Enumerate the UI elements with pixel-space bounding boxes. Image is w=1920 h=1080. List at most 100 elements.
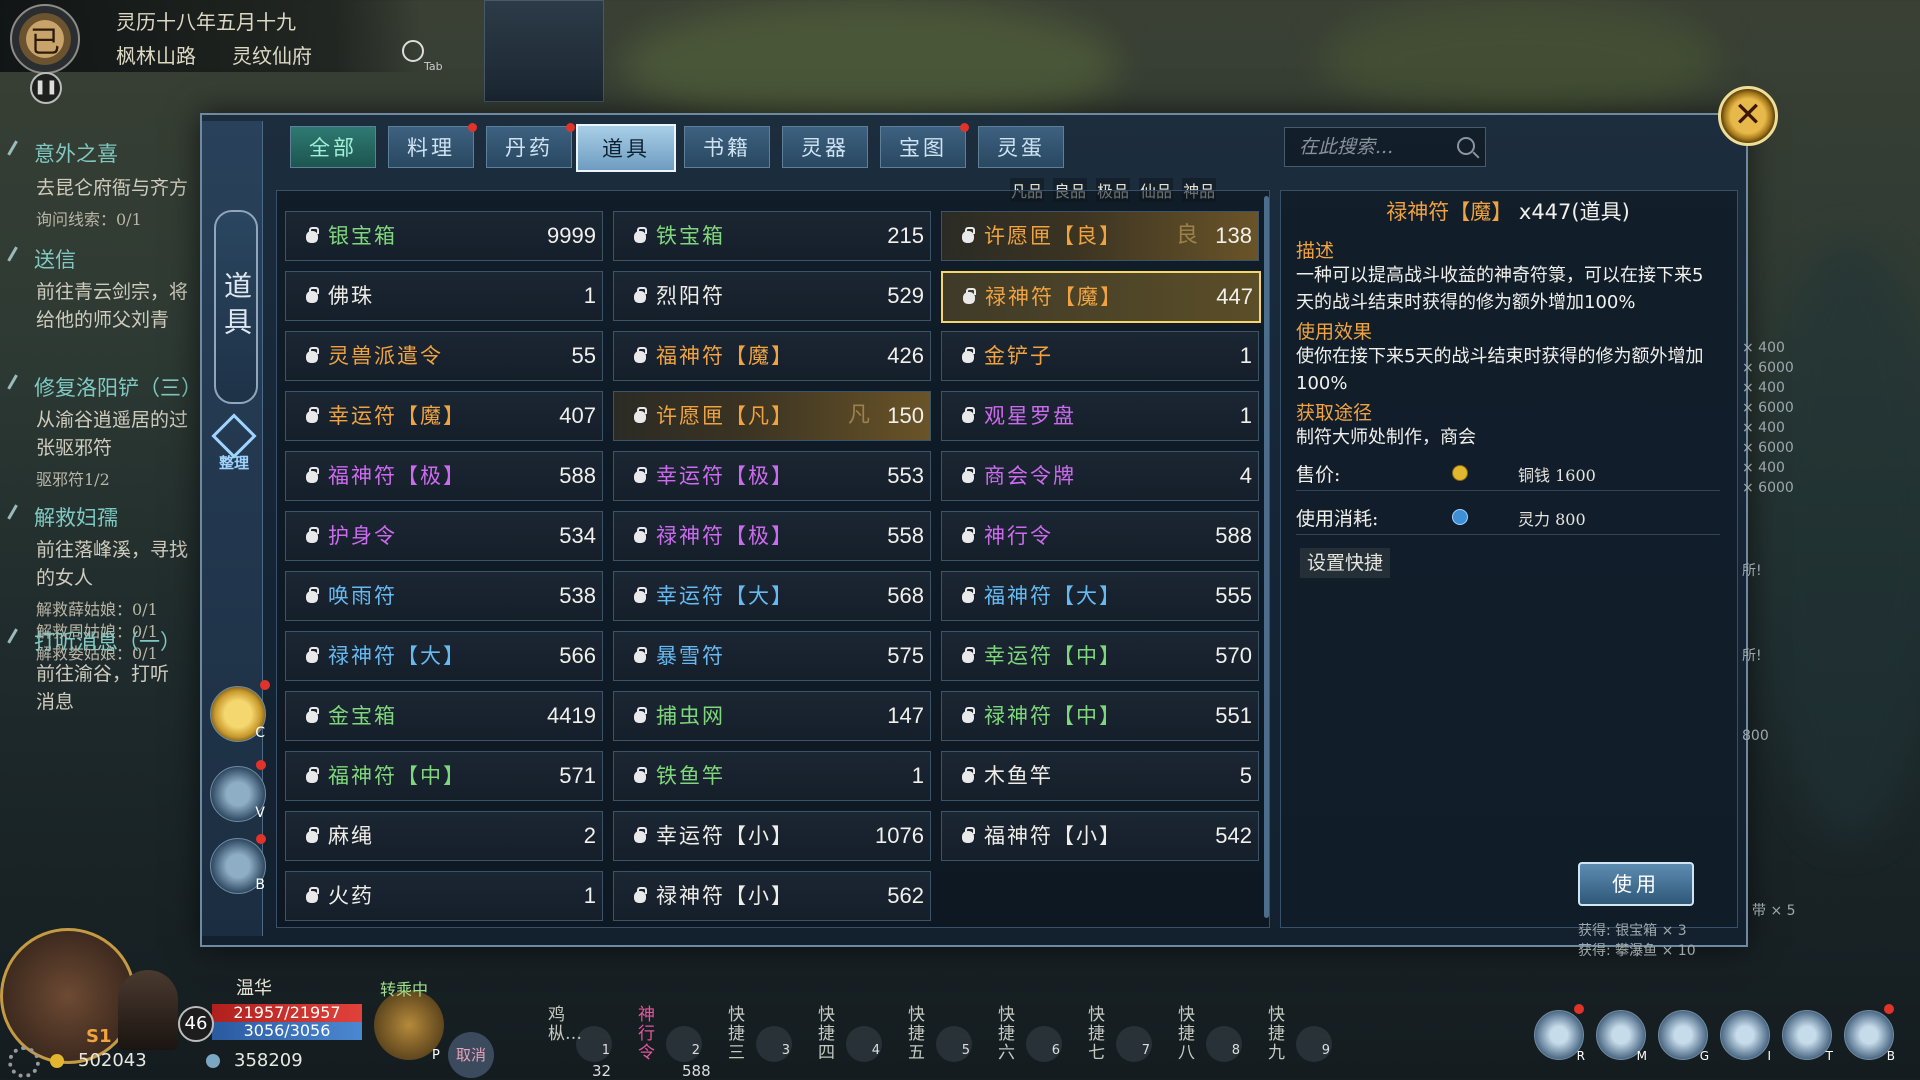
item-name: 金宝箱 xyxy=(328,704,397,728)
companion-avatar[interactable] xyxy=(118,970,178,1050)
item-detail-name: 禄神符【魔】 xyxy=(1386,200,1513,224)
tab-3[interactable]: 道具 xyxy=(576,124,676,172)
set-shortcut-button[interactable]: 设置快捷 xyxy=(1300,548,1390,578)
inventory-item[interactable]: 神行令 588 xyxy=(941,511,1259,561)
inventory-item[interactable]: 禄神符【大】 566 xyxy=(285,631,603,681)
egg-bag-button[interactable]: B xyxy=(210,838,266,894)
inventory-item[interactable]: 禄神符【极】 558 xyxy=(613,511,931,561)
tidy-button[interactable]: 整理 xyxy=(208,413,260,472)
inventory-item[interactable]: 铁宝箱 215 xyxy=(613,211,931,261)
inventory-item[interactable]: 捕虫网 147 xyxy=(613,691,931,741)
close-icon[interactable]: ✕ xyxy=(1718,86,1778,146)
inventory-item[interactable]: 幸运符【小】 1076 xyxy=(613,811,931,861)
tab-2[interactable]: 丹药 xyxy=(486,123,575,168)
tab-7[interactable]: 灵蛋 xyxy=(978,126,1064,168)
inventory-item[interactable]: 许愿匣【良】 良 138 xyxy=(941,211,1259,261)
search-icon[interactable] xyxy=(1457,137,1475,155)
search-box[interactable] xyxy=(1284,127,1486,167)
inventory-item[interactable]: 禄神符【中】 551 xyxy=(941,691,1259,741)
quest-title[interactable]: 意外之喜 xyxy=(34,138,118,168)
tab-4[interactable]: 书籍 xyxy=(684,126,770,168)
quest-feather-icon xyxy=(7,628,32,652)
quest-title[interactable]: 修复洛阳铲（三） xyxy=(34,372,202,402)
inventory-item[interactable]: 铁鱼竿 1 xyxy=(613,751,931,801)
cost-label: 使用消耗: xyxy=(1296,508,1379,530)
hotbar-slot-6[interactable]: 快捷六 6 xyxy=(990,1004,1070,1080)
inventory-item[interactable]: 灵兽派遣令 55 xyxy=(285,331,603,381)
hotbar-slot-5[interactable]: 快捷五 5 xyxy=(900,1004,980,1080)
inventory-item[interactable]: 商会令牌 4 xyxy=(941,451,1259,501)
hotbar-slot-3[interactable]: 快捷三 3 xyxy=(720,1004,800,1080)
inventory-item[interactable]: 银宝箱 9999 xyxy=(285,211,603,261)
item-bag-icon xyxy=(632,586,648,604)
inventory-item[interactable]: 幸运符【魔】 407 xyxy=(285,391,603,441)
inventory-menu-icon[interactable]: I xyxy=(1720,1010,1771,1063)
pet-menu-icon[interactable]: B xyxy=(1844,1010,1895,1063)
inventory-item[interactable]: 幸运符【大】 568 xyxy=(613,571,931,621)
hotbar-slot-1[interactable]: 鸡枞… 1 32 xyxy=(540,1004,620,1080)
inventory-item[interactable]: 烈阳符 529 xyxy=(613,271,931,321)
reward-log-line: × 400 xyxy=(1742,460,1785,476)
inventory-item[interactable]: 福神符【魔】 426 xyxy=(613,331,931,381)
map-search-icon[interactable] xyxy=(402,40,424,62)
item-count: 9999 xyxy=(547,223,596,248)
tab-6[interactable]: 宝图 xyxy=(880,123,969,168)
tab-0[interactable]: 全部 xyxy=(290,126,376,168)
inventory-item[interactable]: 福神符【极】 588 xyxy=(285,451,603,501)
quest-title[interactable]: 送信 xyxy=(34,244,76,274)
season-emblem[interactable]: 已 xyxy=(10,4,80,74)
pause-button[interactable]: ❚❚ xyxy=(30,72,62,104)
player-avatar[interactable] xyxy=(0,928,136,1064)
inventory-item[interactable]: 禄神符【魔】 447 xyxy=(941,271,1261,323)
tab-5[interactable]: 灵器 xyxy=(782,126,868,168)
inventory-item[interactable]: 福神符【大】 555 xyxy=(941,571,1259,621)
egg-bag-key: B xyxy=(255,877,265,893)
use-button[interactable]: 使用 xyxy=(1578,862,1694,906)
hotbar-slot-2[interactable]: 神行令 2 588 xyxy=(630,1004,711,1080)
inventory-item[interactable]: 金铲子 1 xyxy=(941,331,1259,381)
map-menu-icon[interactable]: M xyxy=(1596,1010,1647,1063)
pet-bag-button[interactable]: V xyxy=(210,766,266,822)
quest-description: 前往落峰溪，寻找 xyxy=(36,539,189,561)
inventory-item[interactable]: 福神符【中】 571 xyxy=(285,751,603,801)
quest-title[interactable]: 解救妇孺 xyxy=(34,502,118,532)
inventory-item[interactable]: 福神符【小】 542 xyxy=(941,811,1259,861)
skill-menu-icon[interactable]: G xyxy=(1658,1010,1709,1063)
inventory-item[interactable]: 麻绳 2 xyxy=(285,811,603,861)
cancel-button[interactable]: 取消 xyxy=(448,1032,494,1078)
hotbar-slot-9[interactable]: 快捷九 9 xyxy=(1260,1004,1340,1080)
hotbar-slot-7[interactable]: 快捷七 7 xyxy=(1080,1004,1160,1080)
settings-gear-icon[interactable] xyxy=(8,1046,40,1078)
item-count: 538 xyxy=(559,583,596,608)
copper-amount: 502043 xyxy=(78,1050,147,1071)
inventory-item[interactable]: 许愿匣【凡】 凡 150 xyxy=(613,391,931,441)
role-menu-icon[interactable]: R xyxy=(1534,1010,1585,1063)
npc-portrait[interactable] xyxy=(484,0,604,102)
inventory-item[interactable]: 观星罗盘 1 xyxy=(941,391,1259,441)
inventory-item[interactable]: 幸运符【极】 553 xyxy=(613,451,931,501)
items-bag-button[interactable]: C xyxy=(210,686,266,742)
hotbar-label: 快捷八 xyxy=(1178,1005,1195,1063)
inventory-item[interactable]: 木鱼竿 5 xyxy=(941,751,1259,801)
inventory-item[interactable]: 暴雪符 575 xyxy=(613,631,931,681)
spirit-amount: 358209 xyxy=(234,1050,303,1071)
hotbar-slot-8[interactable]: 快捷八 8 xyxy=(1170,1004,1250,1080)
grid-scrollbar[interactable] xyxy=(1264,196,1269,918)
inventory-item[interactable]: 火药 1 xyxy=(285,871,603,921)
reward-log-line: 获得: 攀瀑鱼 × 10 xyxy=(1578,943,1696,959)
inventory-item[interactable]: 金宝箱 4419 xyxy=(285,691,603,741)
item-name: 福神符【极】 xyxy=(328,464,466,488)
inventory-item[interactable]: 佛珠 1 xyxy=(285,271,603,321)
inventory-item[interactable]: 禄神符【小】 562 xyxy=(613,871,931,921)
tab-1[interactable]: 料理 xyxy=(388,123,477,168)
task-menu-icon[interactable]: T xyxy=(1782,1010,1833,1063)
quest-title[interactable]: 打听消息（一） xyxy=(34,626,181,656)
inventory-item[interactable]: 护身令 534 xyxy=(285,511,603,561)
inventory-item[interactable]: 幸运符【中】 570 xyxy=(941,631,1259,681)
inventory-item[interactable]: 唤雨符 538 xyxy=(285,571,603,621)
item-bag-icon xyxy=(304,886,320,904)
hotbar-slot-4[interactable]: 快捷四 4 xyxy=(810,1004,890,1080)
hotbar-label: 快捷四 xyxy=(818,1005,835,1063)
item-bag-icon xyxy=(961,287,977,305)
search-input[interactable] xyxy=(1299,134,1449,160)
